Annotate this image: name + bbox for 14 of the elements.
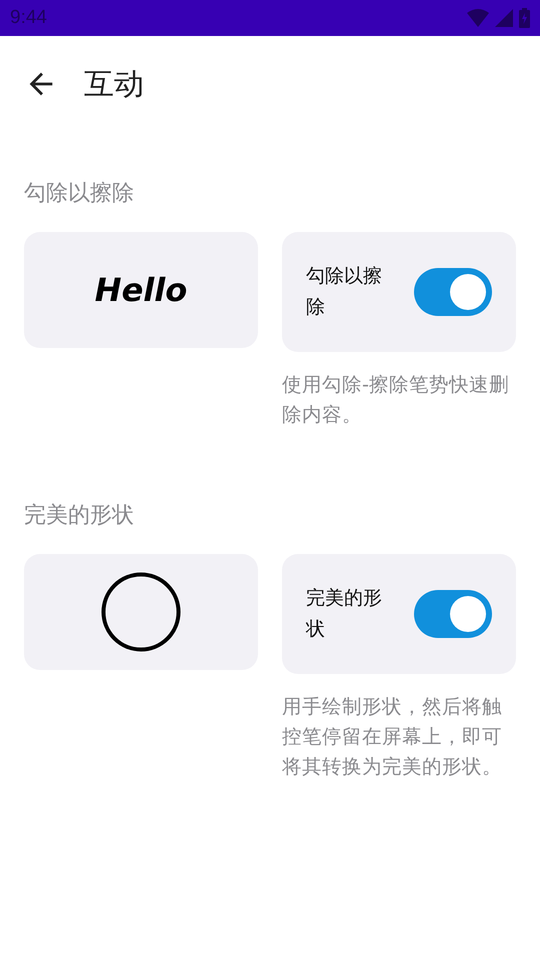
- page-title: 互动: [84, 66, 144, 104]
- toggle-switch[interactable]: [414, 268, 492, 316]
- description-text: 使用勾除-擦除笔势快速删除内容。: [282, 372, 510, 428]
- toggle-label: 勾除以擦除: [306, 264, 383, 320]
- signal-icon: [495, 9, 513, 27]
- toggle-switch[interactable]: [414, 590, 492, 638]
- handwriting-text: Hello: [94, 271, 188, 309]
- section-header: 勾除以擦除: [24, 180, 135, 208]
- wifi-icon: [467, 9, 489, 27]
- battery-icon: [519, 8, 530, 28]
- section-header: 完美的形状: [24, 502, 135, 530]
- description-text: 用手绘制形状，然后将触控笔停留在屏幕上，即可将其转换为完美的形状。: [282, 694, 503, 780]
- status-time: 9:44: [10, 7, 47, 29]
- toggle-label: 完美的形状: [306, 586, 383, 642]
